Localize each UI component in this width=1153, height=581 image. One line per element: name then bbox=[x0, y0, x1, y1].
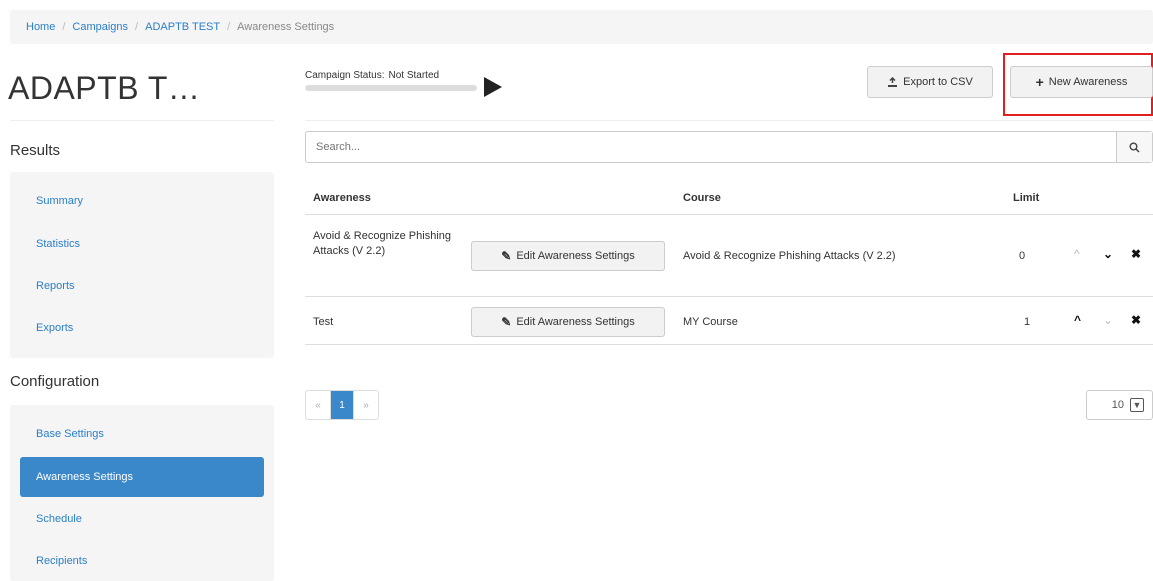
column-header-awareness: Awareness bbox=[313, 192, 371, 204]
row-awareness: Avoid & Recognize Phishing Attacks (V 2.… bbox=[313, 230, 451, 257]
sidebar-item-schedule[interactable]: Schedule bbox=[20, 502, 264, 536]
edit-icon: ✎ bbox=[501, 315, 512, 329]
sidebar-item-reports[interactable]: Reports bbox=[20, 269, 264, 303]
export-csv-label: Export to CSV bbox=[903, 76, 973, 88]
column-header-limit: Limit bbox=[1013, 192, 1040, 204]
edit-awareness-label: Edit Awareness Settings bbox=[516, 250, 635, 262]
edit-awareness-button[interactable]: ✎ Edit Awareness Settings bbox=[471, 241, 665, 271]
results-section-title: Results bbox=[10, 142, 61, 159]
configuration-nav: Base Settings Awareness Settings Schedul… bbox=[10, 405, 274, 581]
breadcrumb-home[interactable]: Home bbox=[26, 21, 55, 33]
plus-icon: + bbox=[1035, 74, 1044, 90]
divider bbox=[10, 120, 274, 121]
page-size-select[interactable]: 10 ▼ bbox=[1086, 390, 1153, 420]
export-icon bbox=[888, 76, 898, 87]
move-down-icon[interactable]: ⌄ bbox=[1103, 313, 1113, 327]
page-size-value: 10 bbox=[1111, 399, 1124, 411]
breadcrumb-separator: / bbox=[62, 21, 66, 33]
row-limit: 0 bbox=[1019, 250, 1026, 262]
pagination: « 1 » bbox=[305, 390, 379, 420]
search-bar bbox=[305, 131, 1153, 163]
column-header-course: Course bbox=[683, 192, 721, 204]
sidebar-item-exports[interactable]: Exports bbox=[20, 311, 264, 345]
move-down-icon[interactable]: ⌄ bbox=[1103, 247, 1113, 261]
sidebar-item-recipients[interactable]: Recipients bbox=[20, 544, 264, 578]
sidebar-item-base-settings[interactable]: Base Settings bbox=[20, 417, 264, 451]
campaign-status: Campaign Status: Not Started bbox=[305, 70, 477, 91]
divider bbox=[305, 120, 1153, 121]
row-limit: 1 bbox=[1024, 316, 1031, 328]
edit-awareness-button[interactable]: ✎ Edit Awareness Settings bbox=[471, 307, 665, 337]
chevron-down-icon: ▼ bbox=[1130, 398, 1144, 412]
sidebar-item-summary[interactable]: Summary bbox=[20, 184, 264, 218]
delete-icon[interactable]: ✖ bbox=[1131, 247, 1141, 261]
pagination-prev[interactable]: « bbox=[306, 391, 330, 419]
campaign-status-value: Not Started bbox=[388, 70, 440, 81]
page-title: ADAPTB T… bbox=[8, 70, 201, 106]
pagination-page[interactable]: 1 bbox=[330, 391, 354, 419]
search-input[interactable] bbox=[306, 132, 1116, 162]
sidebar-item-awareness-settings[interactable]: Awareness Settings bbox=[20, 457, 264, 497]
breadcrumb-campaigns[interactable]: Campaigns bbox=[72, 21, 128, 33]
sidebar-item-statistics[interactable]: Statistics bbox=[20, 227, 264, 261]
breadcrumb-separator: / bbox=[227, 21, 231, 33]
breadcrumb-campaign[interactable]: ADAPTB TEST bbox=[145, 21, 220, 33]
table-row-line bbox=[305, 344, 1153, 345]
table-header-line bbox=[305, 214, 1153, 215]
campaign-status-label: Campaign Status: bbox=[305, 70, 385, 81]
configuration-section-title: Configuration bbox=[10, 373, 100, 390]
move-up-icon[interactable]: ^ bbox=[1074, 247, 1080, 261]
campaign-progress-bar bbox=[305, 85, 477, 91]
edit-icon: ✎ bbox=[501, 249, 512, 263]
search-button[interactable] bbox=[1116, 132, 1152, 162]
table-row-line bbox=[305, 296, 1153, 297]
breadcrumb: Home / Campaigns / ADAPTB TEST / Awarene… bbox=[10, 10, 1153, 44]
delete-icon[interactable]: ✖ bbox=[1131, 313, 1141, 327]
new-awareness-button[interactable]: + New Awareness bbox=[1010, 66, 1153, 98]
export-csv-button[interactable]: Export to CSV bbox=[867, 66, 993, 98]
results-nav: Summary Statistics Reports Exports bbox=[10, 172, 274, 358]
pagination-next[interactable]: » bbox=[354, 391, 378, 419]
play-icon[interactable] bbox=[484, 77, 502, 97]
search-icon bbox=[1129, 142, 1140, 153]
row-awareness: Test bbox=[313, 316, 334, 328]
breadcrumb-separator: / bbox=[135, 21, 139, 33]
breadcrumb-current: Awareness Settings bbox=[237, 21, 335, 33]
edit-awareness-label: Edit Awareness Settings bbox=[516, 316, 635, 328]
row-course: Avoid & Recognize Phishing Attacks (V 2.… bbox=[683, 250, 896, 262]
new-awareness-label: New Awareness bbox=[1048, 76, 1128, 88]
move-up-icon[interactable]: ^ bbox=[1074, 313, 1081, 327]
row-course: MY Course bbox=[683, 316, 738, 328]
